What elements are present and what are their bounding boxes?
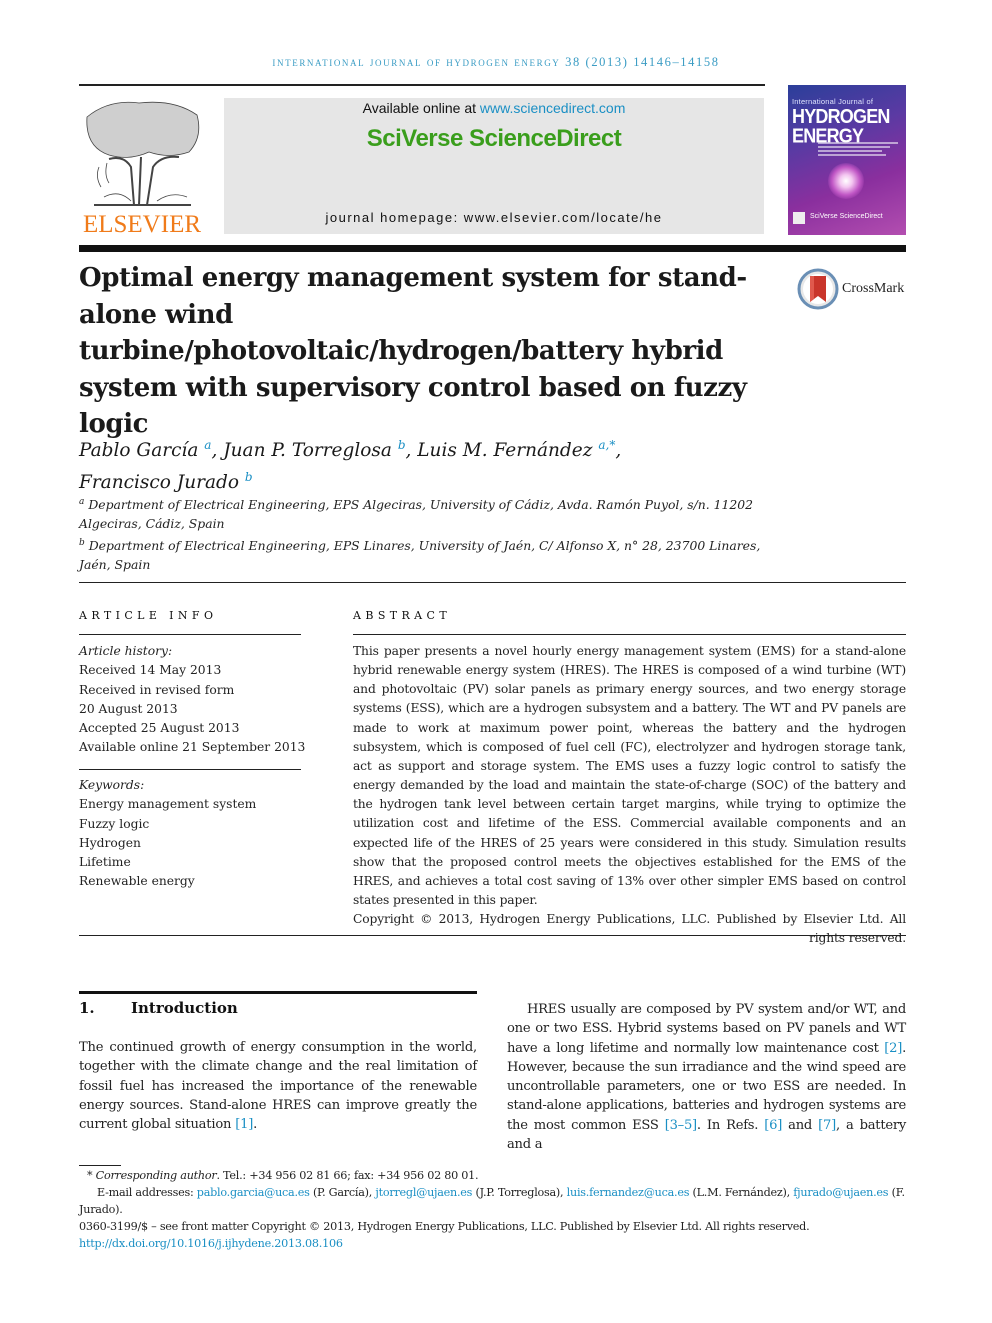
elsevier-logo-text: ELSEVIER bbox=[82, 211, 202, 238]
top-rule bbox=[79, 84, 765, 86]
journal-cover-image: International Journal of HYDROGEN ENERGY … bbox=[788, 85, 906, 235]
article-info-label: ARTICLE INFO bbox=[79, 609, 218, 622]
cover-orb-graphic bbox=[828, 163, 864, 199]
abstract-label: ABSTRACT bbox=[353, 609, 452, 622]
issn-line: 0360-3199/$ – see front matter Copyright… bbox=[79, 1220, 810, 1233]
email-link[interactable]: luis.fernandez@uca.es bbox=[567, 1186, 690, 1199]
abstract-copyright: Copyright © 2013, Hydrogen Energy Public… bbox=[353, 912, 906, 946]
elsevier-tree-logo-icon bbox=[79, 97, 205, 209]
abstract-text: This paper presents a novel hourly energ… bbox=[353, 644, 906, 908]
section-number: 1. bbox=[79, 999, 95, 1017]
author[interactable]: Juan P. Torreglosa b bbox=[223, 438, 406, 461]
running-head: International Journal of Hydrogen Energy… bbox=[272, 55, 720, 69]
author-affiliation-marker[interactable]: b bbox=[245, 470, 253, 484]
available-online-text: Available online at www.sciencedirect.co… bbox=[224, 100, 764, 116]
available-prefix: Available online at bbox=[362, 100, 480, 116]
footnote-rule bbox=[79, 1165, 121, 1166]
section-heading-introduction: 1. Introduction bbox=[79, 998, 477, 1018]
crossmark-button[interactable]: CrossMark bbox=[797, 268, 904, 310]
history-item: Received in revised form bbox=[79, 682, 235, 697]
divider bbox=[79, 935, 906, 936]
cover-elsevier-badge-icon bbox=[793, 212, 805, 224]
keyword: Lifetime bbox=[79, 855, 131, 870]
author[interactable]: Pablo García a bbox=[79, 438, 211, 461]
history-item: Available online 21 September 2013 bbox=[79, 740, 306, 755]
history-item: Received 14 May 2013 bbox=[79, 663, 222, 678]
divider bbox=[79, 769, 301, 770]
citation-link[interactable]: [2] bbox=[884, 1041, 902, 1056]
corresponding-author-note: * Corresponding author. Tel.: +34 956 02… bbox=[87, 1169, 479, 1182]
citation-link[interactable]: [7] bbox=[818, 1118, 836, 1133]
keywords: Keywords: Energy management system Fuzzy… bbox=[79, 776, 309, 892]
section-title: Introduction bbox=[131, 999, 238, 1017]
abstract: This paper presents a novel hourly energ… bbox=[353, 642, 906, 949]
journal-homepage[interactable]: journal homepage: www.elsevier.com/locat… bbox=[224, 210, 764, 225]
keywords-label: Keywords: bbox=[79, 778, 145, 792]
author-affiliation-marker[interactable]: a,* bbox=[598, 438, 615, 452]
history-item: 20 August 2013 bbox=[79, 701, 178, 716]
cover-editor-lines bbox=[818, 142, 898, 158]
email-addresses: E-mail addresses: pablo.garcia@uca.es (P… bbox=[79, 1186, 905, 1216]
author-affiliation-marker[interactable]: a bbox=[204, 438, 211, 452]
doi-link[interactable]: http://dx.doi.org/10.1016/j.ijhydene.201… bbox=[79, 1237, 343, 1250]
author[interactable]: Francisco Jurado b bbox=[79, 470, 253, 493]
intro-paragraph-left: The continued growth of energy consumpti… bbox=[79, 1040, 477, 1133]
email-link[interactable]: fjurado@ujaen.es bbox=[793, 1186, 888, 1199]
footnotes: * Corresponding author. Tel.: +34 956 02… bbox=[79, 1167, 909, 1252]
sciverse-brand: SciVerse ScienceDirect bbox=[366, 125, 622, 152]
author-affiliation-marker[interactable]: b bbox=[398, 438, 406, 452]
section-rule bbox=[79, 991, 477, 994]
cover-footer: SciVerse ScienceDirect bbox=[810, 213, 883, 220]
author[interactable]: Luis M. Fernández a,* bbox=[417, 438, 615, 461]
citation-link[interactable]: [1] bbox=[235, 1117, 253, 1132]
crossmark-icon bbox=[797, 268, 839, 310]
sciencedirect-link[interactable]: www.sciencedirect.com bbox=[480, 100, 626, 116]
affiliations: a Department of Electrical Engineering, … bbox=[79, 493, 779, 574]
affiliation: a Department of Electrical Engineering, … bbox=[79, 497, 754, 532]
divider bbox=[79, 582, 906, 583]
article-title: Optimal energy management system for sta… bbox=[79, 263, 747, 439]
keyword: Hydrogen bbox=[79, 835, 141, 850]
article-history: Article history: Received 14 May 2013 Re… bbox=[79, 642, 309, 758]
divider bbox=[353, 634, 906, 635]
keyword: Renewable energy bbox=[79, 874, 195, 889]
email-link[interactable]: jtorregl@ujaen.es bbox=[375, 1186, 472, 1199]
cover-title: HYDROGEN ENERGY bbox=[792, 106, 890, 146]
intro-paragraph-right: HRES usually are composed by PV system a… bbox=[507, 1002, 906, 1153]
keyword: Fuzzy logic bbox=[79, 816, 150, 831]
author-list: Pablo García a, Juan P. Torreglosa b, Lu… bbox=[79, 438, 622, 494]
affiliation: b Department of Electrical Engineering, … bbox=[79, 537, 761, 573]
history-item: Accepted 25 August 2013 bbox=[79, 721, 240, 736]
divider bbox=[79, 634, 301, 635]
header-thick-rule bbox=[79, 245, 906, 252]
crossmark-label: CrossMark bbox=[842, 281, 905, 296]
citation-link[interactable]: [3–5] bbox=[665, 1118, 697, 1133]
email-link[interactable]: pablo.garcia@uca.es bbox=[197, 1186, 310, 1199]
history-label: Article history: bbox=[79, 644, 173, 658]
keyword: Energy management system bbox=[79, 797, 257, 812]
citation-link[interactable]: [6] bbox=[764, 1118, 782, 1133]
